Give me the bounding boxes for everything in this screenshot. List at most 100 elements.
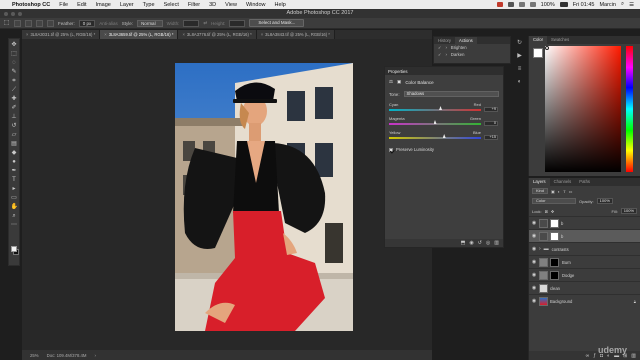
move-tool-icon[interactable]: ✥ — [11, 42, 18, 49]
marquee-tool-icon[interactable]: ⬚ — [11, 51, 18, 58]
trash-icon[interactable]: ▥ — [631, 353, 636, 359]
eye-icon[interactable]: ◉ — [529, 259, 539, 265]
clip-to-layer-icon[interactable]: ⬒ — [461, 240, 466, 246]
opacity-input[interactable]: 100% — [596, 198, 613, 204]
check-icon[interactable]: ✓ — [438, 44, 442, 51]
style-select[interactable]: Normal — [137, 19, 163, 27]
tab-swatches[interactable]: Swatches — [547, 36, 573, 44]
tone-select[interactable]: Shadows — [403, 91, 499, 97]
link-icon[interactable]: ∞ — [586, 353, 590, 359]
layer-name[interactable]: Background — [550, 299, 572, 304]
history-panel-icon[interactable]: ↻ — [516, 40, 523, 47]
layer-name[interactable]: contrasts — [552, 247, 569, 252]
layer-name[interactable]: b — [561, 221, 563, 226]
eye-icon[interactable]: ◉ — [529, 298, 539, 304]
slider-thumb[interactable] — [433, 120, 437, 124]
wifi-icon[interactable] — [518, 2, 525, 7]
layer-row[interactable]: ◉ b — [529, 216, 640, 229]
view-previous-icon[interactable]: ◉ — [469, 240, 473, 246]
visibility-icon[interactable]: ◎ — [486, 240, 490, 246]
menu-filter[interactable]: Filter — [188, 2, 200, 8]
menu-edit[interactable]: Edit — [77, 2, 86, 8]
layer-mask-thumb[interactable] — [550, 257, 559, 267]
menu-help[interactable]: Help — [275, 2, 286, 8]
blend-mode-select[interactable]: Color — [532, 198, 576, 204]
foreground-color-swatch[interactable] — [11, 246, 17, 252]
history-brush-tool-icon[interactable]: ↺ — [11, 123, 18, 130]
tab-layers[interactable]: Layers — [529, 178, 550, 186]
height-input[interactable] — [229, 19, 246, 27]
reset-icon[interactable]: ↺ — [478, 240, 482, 246]
preserve-luminosity-checkbox[interactable] — [389, 147, 393, 152]
zoom-tool-icon[interactable]: ⌕ — [11, 213, 18, 220]
eraser-tool-icon[interactable]: ▱ — [11, 132, 18, 139]
filter-type-icon[interactable]: T — [563, 189, 565, 194]
tray-icon[interactable] — [507, 2, 514, 7]
app-tray-icon[interactable] — [496, 2, 503, 7]
trash-icon[interactable]: ▥ — [494, 240, 499, 246]
search-icon[interactable]: ⌕ — [621, 1, 624, 8]
pen-tool-icon[interactable]: ✒ — [11, 168, 18, 175]
slider-track[interactable] — [389, 137, 481, 139]
tab-channels[interactable]: Channels — [550, 178, 576, 186]
actions-panel-icon[interactable]: ▶ — [516, 53, 523, 60]
dodge-tool-icon[interactable]: ● — [11, 159, 18, 166]
action-item[interactable]: ✓ › Darken — [434, 51, 510, 58]
eyedropper-tool-icon[interactable]: ⟋ — [11, 87, 18, 94]
minimize-window-button[interactable] — [11, 11, 15, 16]
document-tab[interactable]: × 3L8A3031.tif @ 25% (L, RGB/16) * — [22, 30, 101, 39]
subtract-selection-button[interactable] — [36, 19, 43, 27]
check-icon[interactable]: ✓ — [438, 51, 442, 58]
layer-name[interactable]: Dodge — [562, 273, 574, 278]
intersect-selection-button[interactable] — [47, 19, 54, 27]
feather-input[interactable]: 0 px — [78, 19, 96, 27]
layer-row[interactable]: ◉ Burn — [529, 255, 640, 268]
tab-paths[interactable]: Paths — [575, 178, 594, 186]
stamp-tool-icon[interactable]: ⊥ — [11, 114, 18, 121]
eye-icon[interactable]: ◉ — [529, 285, 539, 291]
expand-icon[interactable]: › — [539, 246, 541, 252]
new-selection-button[interactable] — [14, 19, 21, 27]
document-tab[interactable]: × 3L8A3776.tif @ 25% (L, RGB/16) * — [178, 30, 257, 39]
layer-kind-filter[interactable]: Kind — [532, 188, 549, 194]
type-tool-icon[interactable]: T — [11, 177, 18, 184]
hand-tool-icon[interactable]: ✋ — [11, 204, 18, 211]
menu-layer[interactable]: Layer — [120, 2, 134, 8]
menu-image[interactable]: Image — [96, 2, 111, 8]
close-window-button[interactable] — [4, 11, 8, 16]
mask-icon[interactable]: ▣ — [397, 79, 401, 85]
close-tab-icon[interactable]: × — [104, 32, 106, 37]
marquee-tool-icon[interactable]: ⬚ — [3, 20, 10, 27]
layer-name[interactable]: Burn — [562, 260, 571, 265]
menu-3d[interactable]: 3D — [209, 2, 216, 8]
eye-icon[interactable]: ◉ — [529, 220, 539, 226]
hue-slider[interactable] — [626, 46, 633, 172]
swap-icon[interactable]: ⇄ — [203, 20, 207, 26]
canvas-photo[interactable] — [175, 63, 353, 331]
layer-thumb[interactable] — [539, 283, 548, 293]
close-tab-icon[interactable]: × — [26, 32, 28, 37]
antialias-checkbox[interactable]: Anti-alias — [99, 21, 118, 26]
healing-tool-icon[interactable]: ✚ — [11, 96, 18, 103]
brush-tool-icon[interactable]: ✐ — [11, 105, 18, 112]
filter-pixel-icon[interactable]: ▣ — [551, 189, 555, 194]
eye-icon[interactable]: ◉ — [529, 233, 539, 239]
layer-mask-thumb[interactable] — [550, 270, 559, 280]
layer-row-selected[interactable]: ◉ b — [529, 229, 640, 242]
gradient-tool-icon[interactable]: ▤ — [11, 141, 18, 148]
layer-row[interactable]: ◉ Dodge — [529, 268, 640, 281]
path-select-tool-icon[interactable]: ▸ — [11, 186, 18, 193]
document-tab[interactable]: × 3L8A3843.tif @ 25% (L, RGB/16) * — [256, 30, 335, 39]
menu-list-icon[interactable]: ☰ — [629, 2, 634, 8]
shape-tool-icon[interactable]: ▭ — [11, 195, 18, 202]
menu-select[interactable]: Select — [164, 2, 179, 8]
lock-icon[interactable]: ⊠ — [545, 209, 548, 214]
expand-icon[interactable]: › — [446, 51, 447, 58]
app-menu[interactable]: Photoshop CC — [12, 2, 50, 8]
fill-input[interactable]: 100% — [620, 208, 637, 214]
width-input[interactable] — [183, 19, 200, 27]
close-tab-icon[interactable]: × — [261, 32, 263, 37]
status-arrow-icon[interactable]: › — [95, 353, 96, 358]
quick-select-tool-icon[interactable]: ✎ — [11, 69, 18, 76]
add-selection-button[interactable] — [25, 19, 32, 27]
